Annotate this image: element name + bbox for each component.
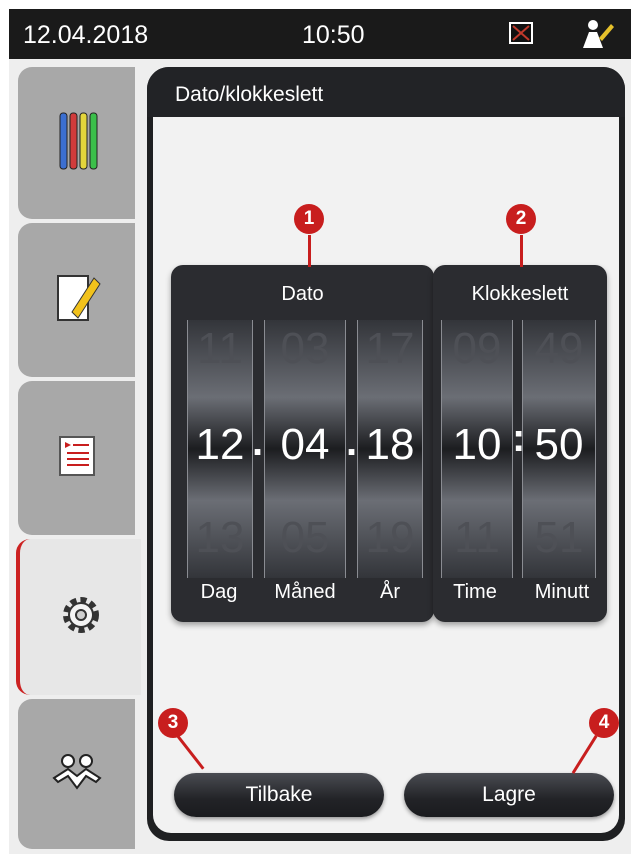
minute-prev: 49: [534, 324, 584, 373]
report-icon: [57, 434, 97, 483]
time-picker-title: Klokkeslett: [471, 283, 569, 305]
day-roller[interactable]: 11 12 13: [187, 320, 253, 578]
year-roller[interactable]: 17 18 19: [357, 320, 423, 578]
hour-next: 11: [454, 513, 500, 562]
sidebar-tab-notes[interactable]: [18, 223, 135, 377]
hour-roller[interactable]: 09 10 11: [441, 320, 513, 578]
minute-next: 51: [534, 513, 584, 562]
status-time: 10:50: [302, 21, 365, 49]
callout-line-2: [520, 235, 523, 267]
month-value: 04: [280, 420, 330, 469]
minute-roller[interactable]: 49 50 51: [522, 320, 596, 578]
month-roller[interactable]: 03 04 05: [264, 320, 346, 578]
date-picker: Dato 11 12 13 . 03 04 05 . 17 18 19 Dag …: [171, 265, 434, 622]
users-icon: [50, 752, 104, 797]
time-picker: Klokkeslett 09 10 11 : 49 50 51 Time Min…: [433, 265, 607, 622]
day-next: 13: [195, 513, 245, 562]
callout-marker-1: 1: [294, 204, 324, 234]
sidebar-tab-users[interactable]: [18, 699, 135, 849]
hour-prev: 09: [452, 324, 502, 373]
minute-value: 50: [534, 420, 584, 469]
notes-icon: [52, 270, 102, 331]
reagents-icon: [54, 109, 100, 178]
month-prev: 03: [280, 324, 330, 373]
callout-line-1: [308, 235, 311, 267]
sidebar-tab-report[interactable]: [18, 381, 135, 535]
day-value: 12: [195, 420, 245, 469]
month-label: Måned: [274, 581, 336, 603]
callout-marker-4: 4: [589, 708, 619, 738]
user-icon[interactable]: [579, 18, 615, 50]
app-frame: 12.04.2018 10:50 Dato/klokkeslett Dato 1…: [9, 9, 631, 854]
save-button[interactable]: Lagre: [404, 773, 614, 817]
hour-label: Time: [453, 581, 497, 603]
day-label: Dag: [200, 581, 238, 603]
back-button[interactable]: Tilbake: [174, 773, 384, 817]
year-next: 19: [365, 513, 415, 562]
date-separator-1: .: [252, 420, 264, 464]
error-icon[interactable]: [509, 22, 533, 44]
year-prev: 17: [365, 324, 415, 373]
status-bar: 12.04.2018 10:50: [9, 9, 631, 59]
month-next: 05: [280, 513, 330, 562]
sidebar-tab-settings[interactable]: [16, 539, 141, 695]
minute-label: Minutt: [534, 581, 590, 603]
sidebar-tab-reagents[interactable]: [18, 67, 135, 219]
callout-marker-2: 2: [506, 204, 536, 234]
year-label: År: [380, 581, 400, 603]
day-prev: 11: [197, 324, 243, 373]
panel-header: Dato/klokkeslett: [147, 67, 625, 117]
date-separator-2: .: [346, 420, 358, 464]
panel-title: Dato/klokkeslett: [175, 83, 324, 106]
settings-icon: [58, 592, 104, 643]
date-picker-title: Dato: [281, 283, 324, 305]
status-date: 12.04.2018: [23, 21, 149, 49]
hour-value: 10: [452, 420, 502, 469]
callout-marker-3: 3: [158, 708, 188, 738]
year-value: 18: [365, 420, 415, 469]
